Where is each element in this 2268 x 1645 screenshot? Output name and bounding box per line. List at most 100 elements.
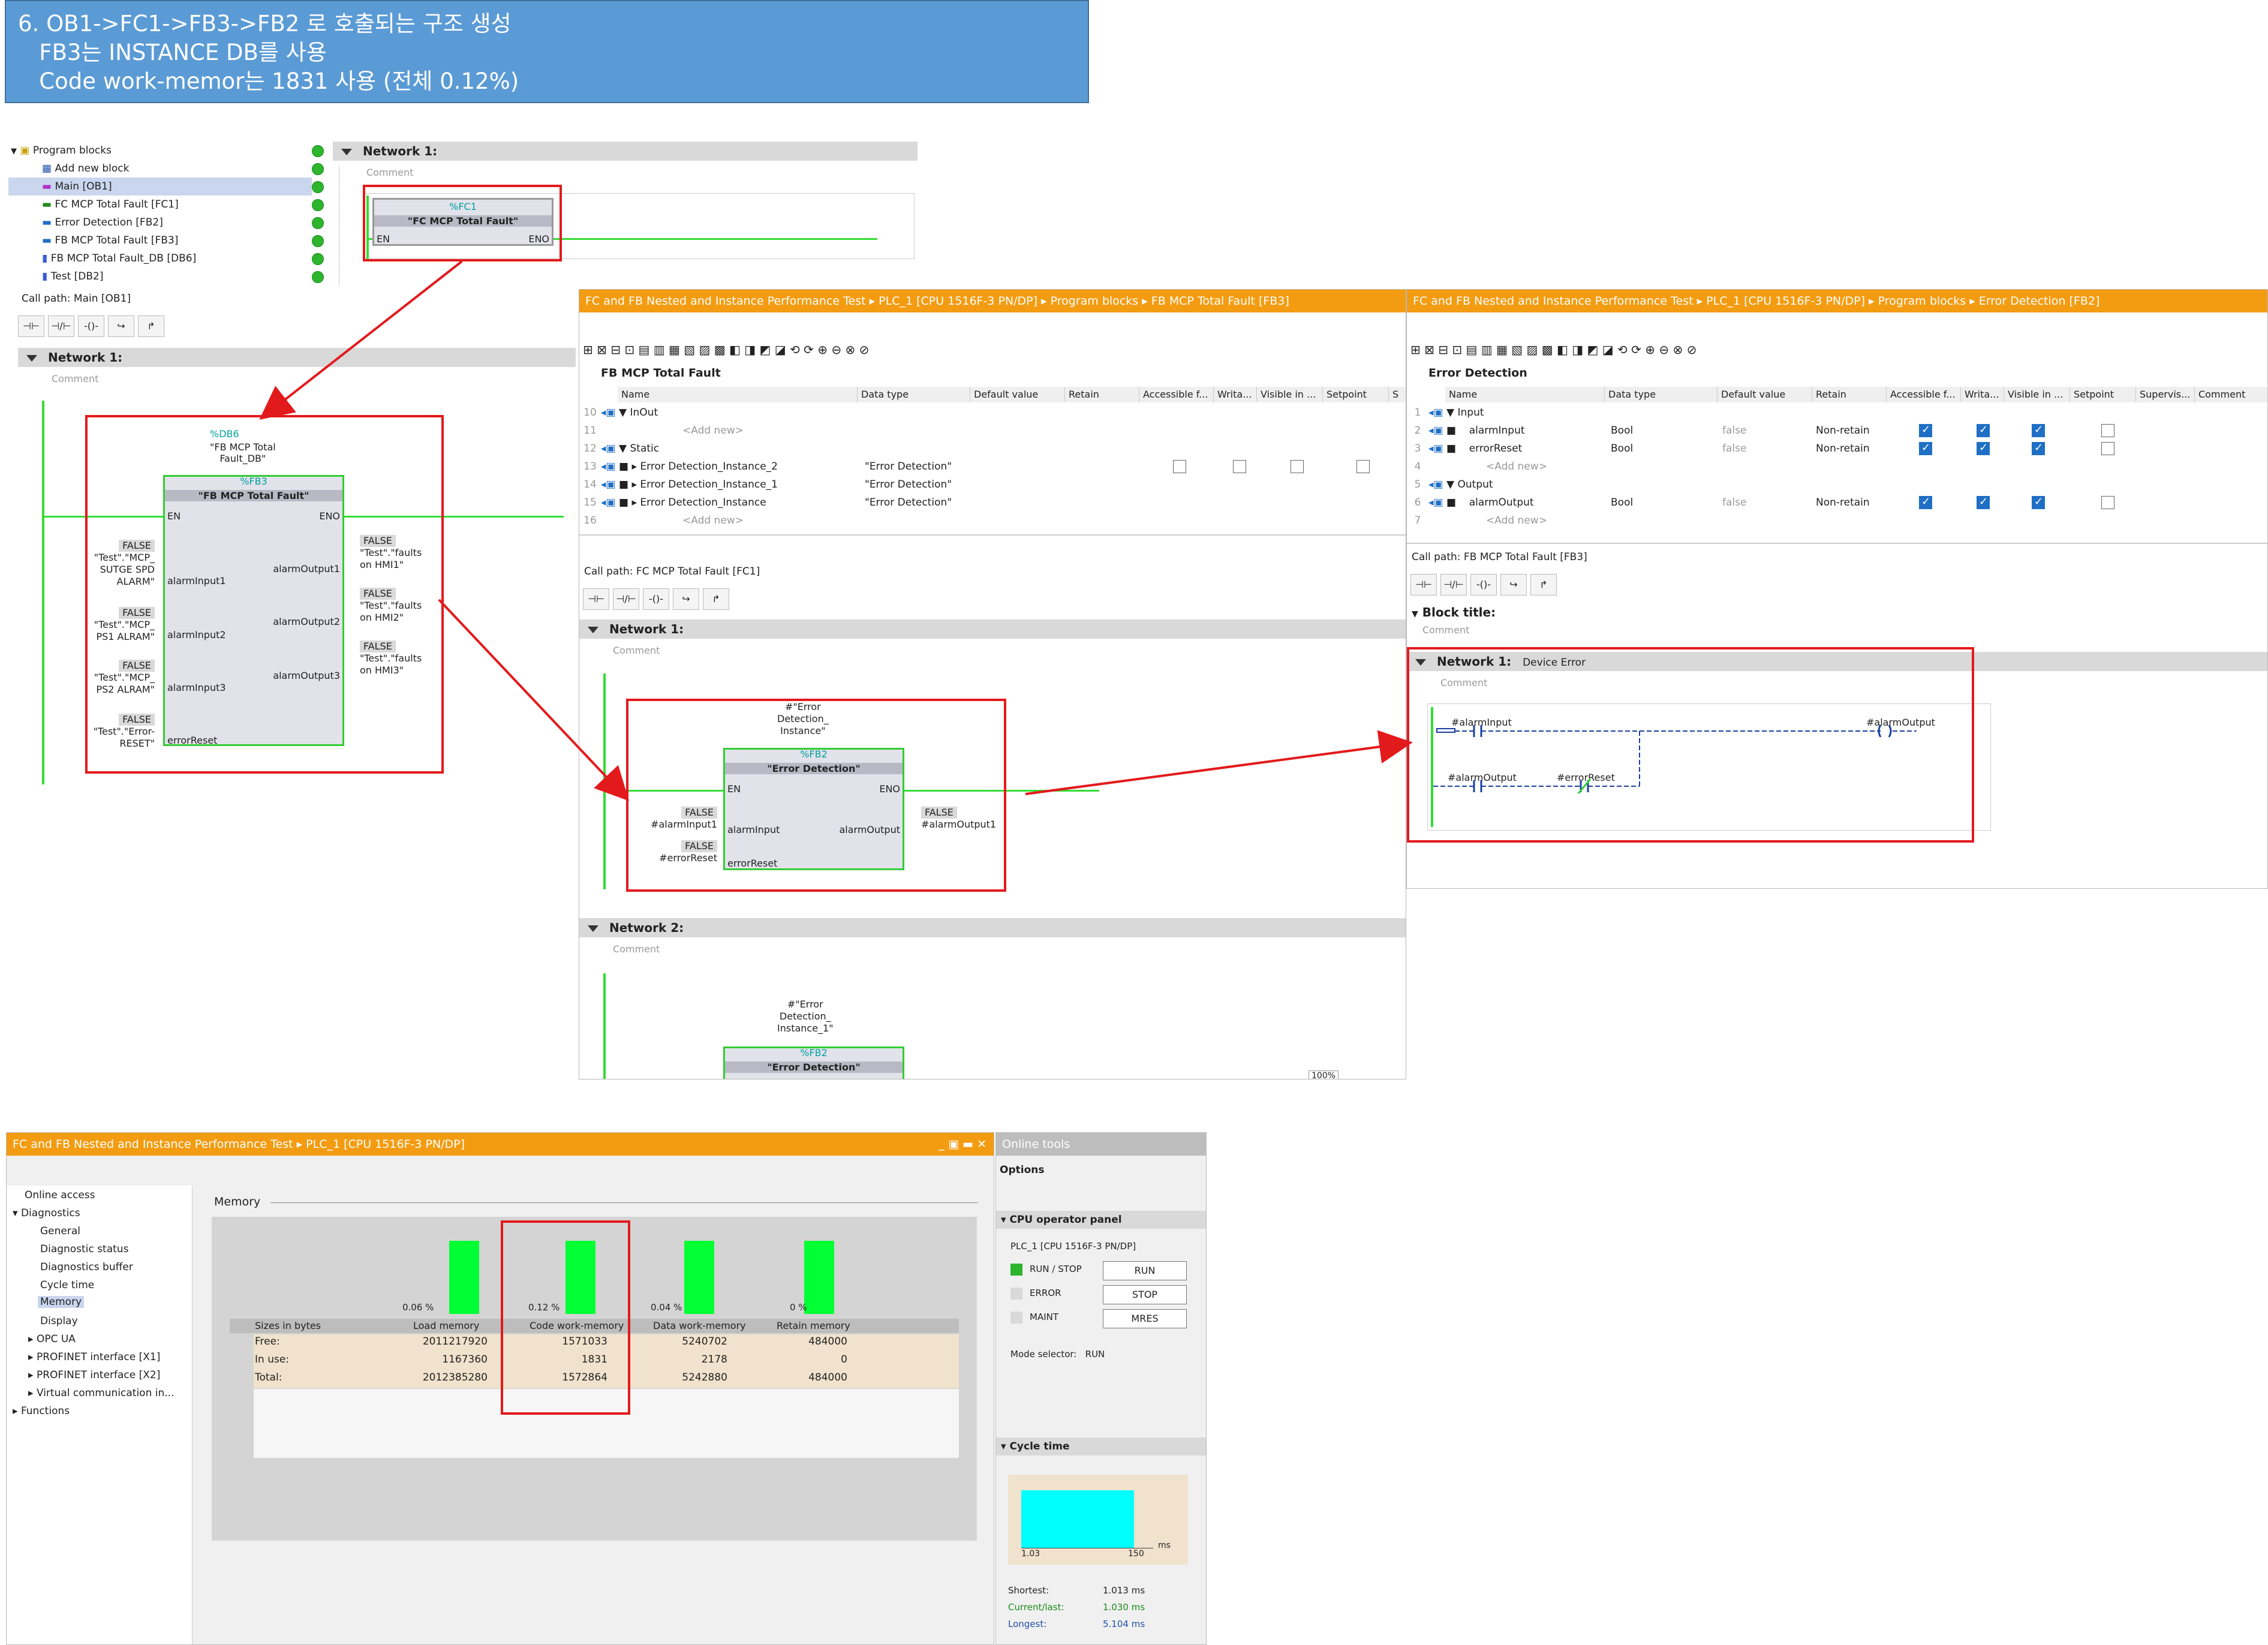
ob1-network-1-header[interactable]: Network 1:	[333, 142, 918, 161]
shortest-label: Shortest:	[1008, 1585, 1049, 1596]
nav-profinet-x1[interactable]: ▸ PROFINET interface [X1]	[28, 1351, 160, 1363]
table-row[interactable]: 6 ◂▣ ■ alarmOutput Bool false Non-retain	[1407, 494, 2267, 512]
tree-item-add-new-block[interactable]: ▦ Add new block	[42, 160, 129, 178]
table-row[interactable]: 3 ◂▣ ■ errorReset Bool false Non-retain	[1407, 440, 2267, 458]
highlight-fb2-call	[626, 699, 1006, 892]
checkbox[interactable]	[1977, 423, 1990, 437]
longest-value: 5.104 ms	[1103, 1619, 1145, 1629]
zoom-field[interactable]: 100%	[1309, 1070, 1339, 1079]
coil-icon[interactable]: -()-	[1470, 574, 1497, 596]
fb2-interface-rows: 1 ◂▣ ▼ Input 2 ◂▣ ■ alarmInput Bool false Non…	[1407, 404, 2267, 532]
checkbox[interactable]	[2101, 424, 2114, 437]
current-label: Current/last:	[1008, 1602, 1064, 1613]
tree-item-db6[interactable]: ▮ FB MCP Total Fault_DB [DB6]	[42, 249, 196, 267]
table-row[interactable]: 15 ◂▣ ■ ▸ Error Detection_Instance "Error …	[579, 494, 1406, 512]
nav-profinet-x2[interactable]: ▸ PROFINET interface [X2]	[28, 1369, 160, 1381]
contact-nc-icon[interactable]: ⊣/⊢	[613, 588, 639, 610]
plc-name: PLC_1 [CPU 1516F-3 PN/DP]	[1010, 1241, 1136, 1252]
total-label: Total:	[255, 1372, 282, 1384]
tree-item-main-ob1[interactable]: ▬ Main [OB1]	[8, 178, 312, 196]
branch-close-icon[interactable]: ↱	[138, 315, 164, 337]
title-line-2: FB3는 INSTANCE DB를 사용	[18, 40, 327, 65]
nav-general[interactable]: General	[40, 1225, 80, 1237]
nav-functions[interactable]: ▸ Functions	[13, 1405, 70, 1417]
fb2-block-comment[interactable]: Comment	[1422, 624, 1469, 636]
checkbox[interactable]	[1919, 495, 1932, 509]
table-row[interactable]: 10 ◂▣ ▼ InOut	[579, 404, 1406, 422]
table-row[interactable]: 4 <Add new>	[1407, 458, 1547, 476]
branch-close-icon[interactable]: ↱	[1530, 574, 1557, 596]
checkbox[interactable]	[2032, 441, 2045, 455]
ob1-comment[interactable]: Comment	[366, 167, 413, 178]
checkbox[interactable]	[2101, 496, 2114, 509]
fc1-editor: Call path: Main [OB1] ⊣⊢ ⊣/⊢ -()- ↪ ↱ Networ…	[6, 289, 576, 805]
branch-open-icon[interactable]: ↪	[108, 315, 134, 337]
tree-item-db2[interactable]: ▮ Test [DB2]	[42, 267, 103, 285]
tree-item-fc1[interactable]: ▬ FC MCP Total Fault [FC1]	[42, 196, 179, 213]
fb3-comment-2[interactable]: Comment	[613, 943, 660, 955]
checkbox[interactable]	[1919, 441, 1932, 455]
nav-diagnostic-status[interactable]: Diagnostic status	[40, 1243, 128, 1255]
contact-no-icon[interactable]: ⊣⊢	[18, 315, 44, 337]
nav-virtual-comm[interactable]: ▸ Virtual communication in...	[28, 1387, 174, 1399]
checkbox[interactable]	[1977, 441, 1990, 455]
contact-no-icon[interactable]: ⊣⊢	[1410, 574, 1437, 596]
branch-open-icon[interactable]: ↪	[1500, 574, 1527, 596]
status-ok-icon	[312, 163, 324, 175]
branch-open-icon[interactable]: ↪	[673, 588, 699, 610]
status-ok-icon	[312, 181, 324, 193]
table-row[interactable]: 1 ◂▣ ▼ Input	[1407, 404, 1484, 422]
cycle-time-header[interactable]: ▾ Cycle time	[996, 1438, 1206, 1455]
table-row[interactable]: 12 ◂▣ ▼ Static	[579, 440, 1406, 458]
table-row[interactable]: 5 ◂▣ ▼ Output	[1407, 476, 1493, 494]
nav-opc-ua[interactable]: ▸ OPC UA	[28, 1333, 76, 1345]
nav-memory[interactable]: Memory	[38, 1296, 85, 1308]
nav-diagnostics-buffer[interactable]: Diagnostics buffer	[40, 1261, 133, 1273]
ob1-editor: Network 1: Comment %FC1 "FC MCP Total Fa…	[333, 139, 918, 286]
fb2-table-header: Name Data type Default value Retain Acce…	[1445, 387, 2267, 402]
checkbox[interactable]	[1977, 495, 1990, 509]
memory-usage-bar	[804, 1241, 834, 1314]
checkbox[interactable]	[2101, 442, 2114, 455]
nav-cycle-time[interactable]: Cycle time	[40, 1279, 94, 1291]
contact-nc-icon[interactable]: ⊣/⊢	[48, 315, 74, 337]
fb3-comment-1[interactable]: Comment	[613, 645, 660, 656]
window-controls-icon[interactable]: _ ▣ ▬ ✕	[939, 1133, 986, 1156]
checkbox[interactable]	[2032, 495, 2045, 509]
checkbox[interactable]	[1919, 423, 1932, 437]
fb2-block-title[interactable]: ▼ Block title:	[1412, 605, 1496, 619]
free-retain: 484000	[808, 1336, 847, 1348]
online-tools-title: Online tools	[996, 1133, 1206, 1156]
fc1-toolbar: ⊣⊢ ⊣/⊢ -()- ↪ ↱	[18, 315, 168, 337]
tree-item-fb2[interactable]: ▬ Error Detection [FB2]	[42, 213, 163, 231]
memory-usage-bar	[449, 1241, 479, 1314]
table-row[interactable]: 16 <Add new>	[579, 512, 1406, 530]
contact-nc-icon[interactable]: ⊣/⊢	[1440, 574, 1467, 596]
nav-diagnostics[interactable]: ▾ Diagnostics	[13, 1207, 80, 1219]
run-button[interactable]: RUN	[1103, 1261, 1187, 1280]
nav-display[interactable]: Display	[40, 1315, 78, 1327]
contact-no-icon[interactable]: ⊣⊢	[583, 588, 609, 610]
fb3-network-1-header[interactable]: Network 1:	[579, 619, 1406, 639]
stop-button[interactable]: STOP	[1103, 1285, 1187, 1304]
checkbox[interactable]	[2032, 423, 2045, 437]
fb3-network-2-header[interactable]: Network 2:	[579, 918, 1406, 937]
cpu-panel-header[interactable]: ▾ CPU operator panel	[996, 1211, 1206, 1229]
coil-icon[interactable]: -()-	[643, 588, 669, 610]
table-row[interactable]: 11 <Add new>	[579, 422, 1406, 440]
tree-item-program-blocks[interactable]: ▼ ▣ Program blocks	[11, 142, 112, 160]
fc1-network-1-header[interactable]: Network 1:	[18, 348, 576, 367]
fb3-breadcrumb: FC and FB Nested and Instance Performanc…	[579, 290, 1406, 312]
table-row[interactable]: 7 <Add new>	[1407, 512, 1547, 530]
table-row[interactable]: 14 ◂▣ ■ ▸ Error Detection_Instance_1 "Erro…	[579, 476, 1406, 494]
table-row[interactable]: 13 ◂▣ ■ ▸ Error Detection_Instance_2 "Erro…	[579, 458, 1406, 476]
branch-close-icon[interactable]: ↱	[703, 588, 729, 610]
nav-online-access[interactable]: Online access	[25, 1189, 95, 1201]
fb2-call-box-2[interactable]: %FB2 "Error Detection"	[723, 1046, 904, 1079]
mres-button[interactable]: MRES	[1103, 1309, 1187, 1328]
tree-item-fb3[interactable]: ▬ FB MCP Total Fault [FB3]	[42, 231, 178, 249]
coil-icon[interactable]: -()-	[78, 315, 104, 337]
table-row[interactable]: 2 ◂▣ ■ alarmInput Bool false Non-retain	[1407, 422, 2267, 440]
fc1-comment[interactable]: Comment	[52, 373, 98, 384]
checkbox[interactable]	[1173, 460, 1186, 473]
